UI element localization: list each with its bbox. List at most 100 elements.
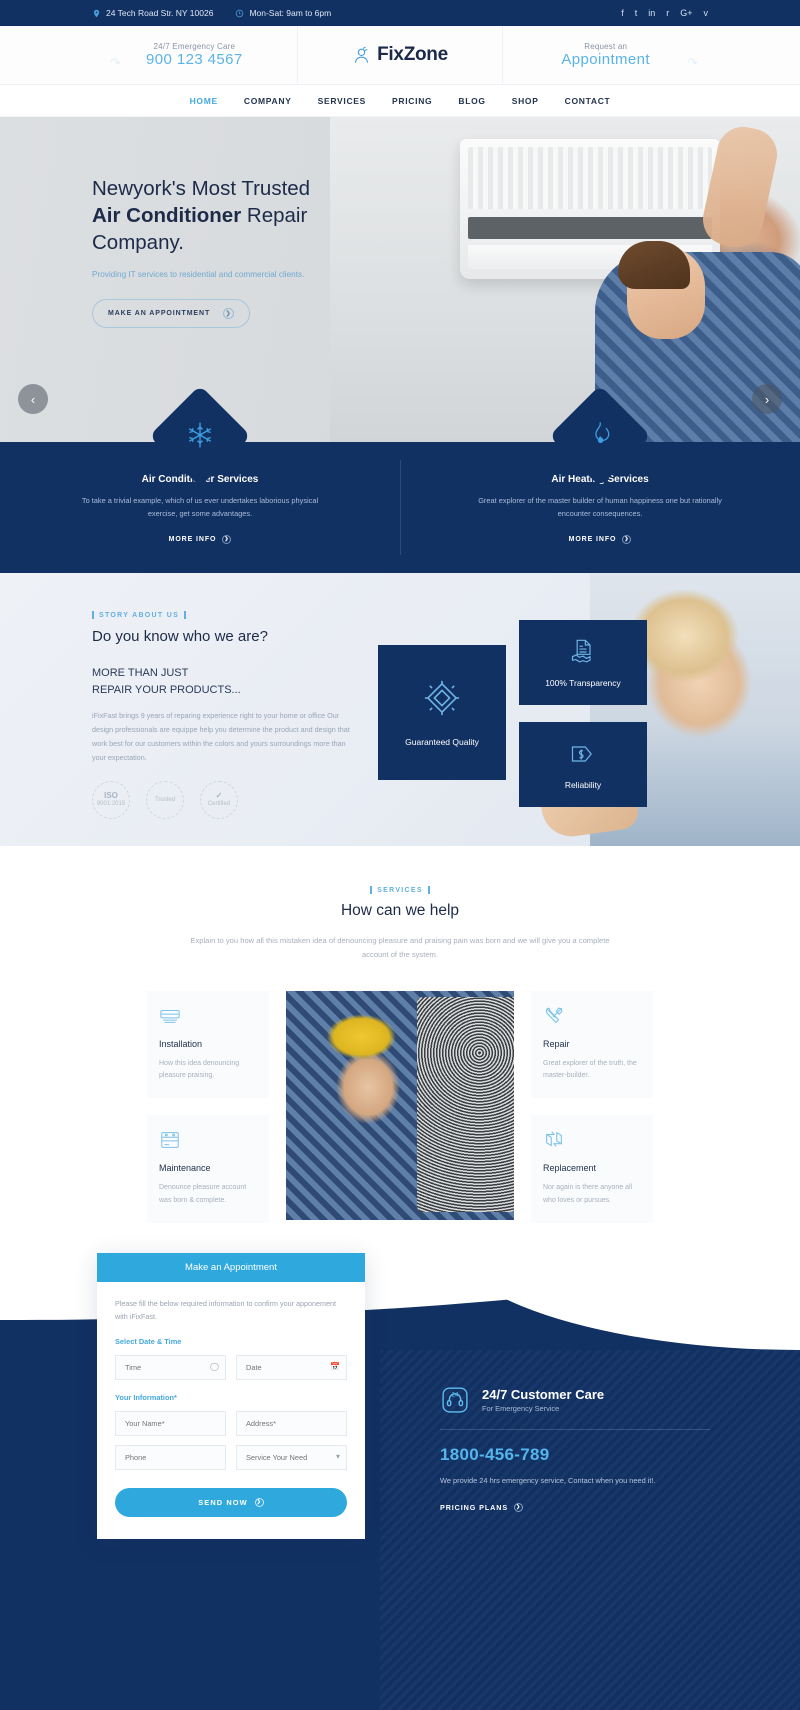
service-card-installation[interactable]: Installation How this idea denouncing pl… <box>147 990 269 1099</box>
emergency-phone[interactable]: 900 123 4567 <box>146 51 243 68</box>
service-strip-more-label: MORE INFO <box>168 535 217 543</box>
legend-your-information: Your Information* <box>115 1392 177 1402</box>
service-card-desc: Great explorer of the truth, the master-… <box>543 1059 637 1080</box>
about-subheading-line1: MORE THAN JUST <box>92 667 189 679</box>
request-appointment-block[interactable]: Request an Appointment ↷ <box>503 26 708 84</box>
logo[interactable]: FixZone <box>296 26 504 84</box>
hero-title-line1: Newyork's Most Trusted <box>92 177 311 200</box>
help-heading: How can we help <box>340 902 460 919</box>
hero-slider: Newyork's Most Trusted Air Conditioner R… <box>0 117 800 442</box>
service-strip-more-button[interactable]: MORE INFO ❯ <box>168 534 232 544</box>
help-column-left: Installation How this idea denouncing pl… <box>147 990 269 1223</box>
arrow-right-icon: ❯ <box>622 534 632 544</box>
date-field-wrap: 📅 <box>236 1354 347 1380</box>
diamond-icon <box>423 679 461 717</box>
service-card-desc: How this idea denouncing pleasure praisi… <box>159 1059 240 1080</box>
main-nav: HOME COMPANY SERVICES PRICING BLOG SHOP … <box>0 85 800 117</box>
logo-text-zone: Zone <box>403 44 448 65</box>
hero-photo <box>330 117 800 442</box>
customer-care-desc: We provide 24 hrs emergency service, Con… <box>440 1476 656 1485</box>
slider-next-button[interactable]: › <box>752 384 782 414</box>
appointment-form: Make an Appointment Please fill the belo… <box>97 1253 365 1539</box>
hero-title-bold: Air Conditioner <box>92 204 242 228</box>
nav-item-services[interactable]: SERVICES <box>318 96 366 106</box>
snowflake-icon <box>185 420 215 450</box>
eyebrow-bar-icon <box>427 886 430 894</box>
feature-label: Reliability <box>564 779 602 790</box>
service-strip-desc: To take a trivial example, which of us e… <box>81 496 319 518</box>
service-strip-item-ac[interactable]: Air Conditioner Services To take a trivi… <box>0 385 400 573</box>
time-input[interactable] <box>115 1354 226 1380</box>
certified-badge-sub: Certified <box>207 801 231 808</box>
hero-appointment-button[interactable]: MAKE AN APPOINTMENT ❯ <box>92 299 251 329</box>
phone-input[interactable] <box>115 1444 226 1470</box>
time-field-wrap: ◯ <box>115 1354 226 1380</box>
service-strip-more-label: MORE INFO <box>568 535 617 543</box>
eyebrow-bar-icon <box>370 886 373 894</box>
linkedin-icon[interactable]: in <box>648 8 655 18</box>
support-headset-icon: 24 <box>440 1385 470 1415</box>
nav-item-blog[interactable]: BLOG <box>458 96 485 106</box>
customer-care-phone[interactable]: 1800-456-789 <box>440 1445 710 1465</box>
technician-logo-icon <box>352 46 371 65</box>
rss-icon[interactable]: r <box>666 8 669 18</box>
twitter-icon[interactable]: t <box>635 8 638 18</box>
hero-title-line2-rest: Repair <box>241 204 308 228</box>
address-input[interactable] <box>236 1410 347 1436</box>
nav-item-pricing[interactable]: PRICING <box>392 96 432 106</box>
topbar-hours-text: Mon-Sat: 9am to 6pm <box>249 8 332 18</box>
customer-care-subtitle: For Emergency Service <box>482 1404 560 1413</box>
emergency-care-block[interactable]: ↷ 24/7 Emergency Care 900 123 4567 <box>92 26 297 84</box>
send-now-button[interactable]: SEND NOW ❯ <box>115 1487 347 1517</box>
arrow-right-icon: ❯ <box>514 1502 524 1512</box>
pricing-plans-link[interactable]: PRICING PLANS ❯ <box>440 1502 524 1512</box>
phone-field-wrap <box>115 1444 226 1470</box>
hero-appointment-button-label: MAKE AN APPOINTMENT <box>108 310 211 318</box>
slider-prev-button[interactable]: ‹ <box>18 384 48 414</box>
about-paragraph: iFixFast brings 9 years of reparing expe… <box>92 711 350 763</box>
nav-item-shop[interactable]: SHOP <box>512 96 539 106</box>
help-photo <box>286 990 514 1220</box>
service-strip-item-heating[interactable]: Air Heating Services Great explorer of t… <box>400 385 800 573</box>
service-strip-more-button[interactable]: MORE INFO ❯ <box>568 534 632 544</box>
address-field-wrap <box>236 1410 347 1436</box>
customer-care-title: 24/7 Customer Care <box>482 1387 605 1402</box>
about-eyebrow-text: STORY ABOUT US <box>99 611 180 619</box>
arrow-swirl-icon: ↷ <box>110 55 121 70</box>
google-plus-icon[interactable]: G+ <box>680 8 692 18</box>
name-input[interactable] <box>115 1410 226 1436</box>
location-pin-icon <box>92 9 101 18</box>
certification-badges: ISO 9001:2015 Trusted ✓ Certified <box>92 781 290 820</box>
about-eyebrow: STORY ABOUT US <box>92 611 290 619</box>
certified-badge-main: ✓ <box>215 791 223 801</box>
price-tag-icon <box>569 740 597 768</box>
logo-text-fix: Fix <box>377 44 404 65</box>
service-card-maintenance[interactable]: Maintenance Denounce pleasure account wa… <box>147 1115 269 1223</box>
date-input[interactable] <box>236 1354 347 1380</box>
nav-item-home[interactable]: HOME <box>190 96 218 106</box>
technician-hair <box>618 241 690 289</box>
help-eyebrow: SERVICES <box>0 886 800 894</box>
document-handshake-icon <box>569 638 597 666</box>
feature-card-reliability[interactable]: Reliability <box>519 722 647 807</box>
eyebrow-bar-icon <box>184 611 187 619</box>
appointment-form-note: Please fill the below required informati… <box>115 1299 336 1321</box>
service-select[interactable] <box>236 1444 347 1470</box>
iso-badge-main: ISO <box>104 791 118 801</box>
social-links: f t in r G+ v <box>621 8 708 18</box>
ac-unit-icon <box>159 1005 257 1027</box>
vimeo-icon[interactable]: v <box>704 8 709 18</box>
nav-item-company[interactable]: COMPANY <box>244 96 292 106</box>
iso-badge-sub: 9001:2015 <box>96 801 126 808</box>
service-card-replacement[interactable]: Replacement Nor again is there anyone al… <box>531 1115 653 1223</box>
hero-title: Newyork's Most Trusted Air Conditioner R… <box>92 175 350 256</box>
nav-item-contact[interactable]: CONTACT <box>565 96 611 106</box>
help-column-right: Repair Great explorer of the truth, the … <box>531 990 653 1223</box>
service-card-repair[interactable]: Repair Great explorer of the truth, the … <box>531 990 653 1099</box>
feature-card-guaranteed-quality[interactable]: Guaranteed Quality <box>378 645 506 780</box>
request-appointment-link[interactable]: Appointment <box>561 51 650 68</box>
service-card-desc: Nor again is there anyone all who loves … <box>543 1184 633 1204</box>
facebook-icon[interactable]: f <box>621 8 624 18</box>
feature-card-transparency[interactable]: 100% Transparency <box>519 620 647 705</box>
service-card-title: Replacement <box>543 1163 597 1174</box>
